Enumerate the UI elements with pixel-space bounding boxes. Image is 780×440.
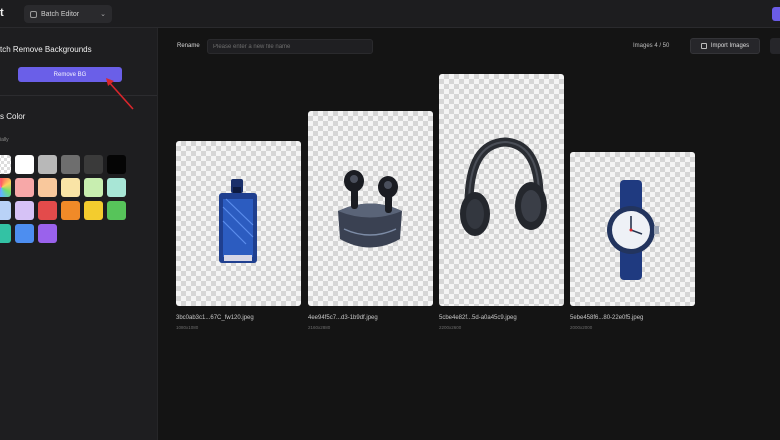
- top-right-button[interactable]: [772, 7, 780, 21]
- image-dimensions: 2200x2600: [439, 325, 462, 330]
- color-swatch[interactable]: [84, 201, 103, 220]
- image-card[interactable]: [176, 141, 301, 306]
- mode-select[interactable]: Batch Editor ⌄: [24, 5, 112, 23]
- rename-input[interactable]: [207, 39, 373, 54]
- image-dimensions: 2160x2880: [308, 325, 331, 330]
- headphones-image: [460, 137, 547, 236]
- color-swatch[interactable]: [0, 201, 11, 220]
- annotation-arrow: [106, 78, 134, 110]
- color-swatches: [0, 155, 126, 243]
- color-swatch[interactable]: [38, 178, 57, 197]
- color-swatch[interactable]: [0, 178, 11, 197]
- image-filename: 5cbe4e82f...5d-a0a45c9.jpeg: [439, 315, 517, 321]
- color-swatch[interactable]: [15, 224, 34, 243]
- chevron-down-icon: ⌄: [100, 11, 106, 18]
- swatch-label: ially: [0, 137, 9, 143]
- color-section-title: s Color: [0, 112, 26, 121]
- color-swatch[interactable]: [38, 224, 57, 243]
- color-swatch[interactable]: [38, 201, 57, 220]
- image-filename: 4ee94f5c7...d3-1b9df.jpeg: [308, 315, 378, 321]
- color-swatch[interactable]: [61, 178, 80, 197]
- color-swatch[interactable]: [15, 155, 34, 174]
- color-swatch[interactable]: [107, 201, 126, 220]
- image-card[interactable]: [439, 74, 564, 306]
- image-filename: 5ebe458f6...80-22e0f5.jpeg: [570, 315, 644, 321]
- image-dimensions: 2000x2000: [570, 325, 593, 330]
- rename-label: Rename: [177, 43, 200, 49]
- panel-title: tch Remove Backgrounds: [0, 45, 92, 54]
- color-swatch[interactable]: [15, 178, 34, 197]
- color-swatch[interactable]: [0, 155, 11, 174]
- color-swatch[interactable]: [84, 155, 103, 174]
- color-swatch[interactable]: [107, 178, 126, 197]
- color-swatch[interactable]: [0, 224, 11, 243]
- earbuds-image: [338, 170, 402, 248]
- color-swatch[interactable]: [61, 201, 80, 220]
- image-dimensions: 1080x1080: [176, 325, 199, 330]
- color-swatch[interactable]: [107, 155, 126, 174]
- image-card[interactable]: [570, 152, 695, 306]
- top-bar: t Batch Editor ⌄: [0, 0, 780, 28]
- import-label: Import Images: [710, 43, 750, 49]
- color-swatch[interactable]: [61, 155, 80, 174]
- images-count: Images 4 / 50: [633, 43, 670, 49]
- import-images-button[interactable]: Import Images: [690, 38, 760, 54]
- image-filename: 3bc0ab3c1...67C_fw120.jpeg: [176, 315, 254, 321]
- layers-icon: [30, 10, 37, 18]
- app-logo: t: [0, 7, 4, 19]
- color-swatch[interactable]: [84, 178, 103, 197]
- image-card[interactable]: [308, 111, 433, 306]
- color-swatch[interactable]: [38, 155, 57, 174]
- mode-label: Batch Editor: [41, 10, 80, 18]
- color-swatch[interactable]: [15, 201, 34, 220]
- more-button[interactable]: [770, 38, 780, 54]
- image-upload-icon: [700, 43, 707, 49]
- perfume-bottle-image: [219, 179, 257, 263]
- wristwatch-image: [607, 180, 659, 280]
